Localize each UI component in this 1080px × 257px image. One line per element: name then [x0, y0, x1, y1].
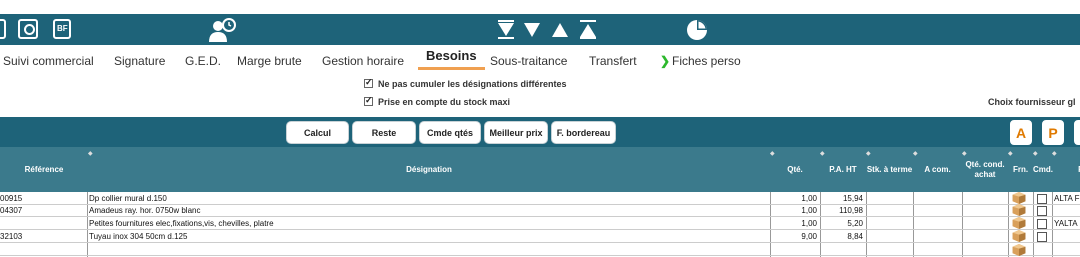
reste-button[interactable]: Reste — [352, 121, 416, 144]
cell-reference: 04307 — [0, 206, 23, 215]
no-cumul-checkbox[interactable] — [364, 77, 373, 88]
col-stk-terme[interactable]: Stk. à terme — [866, 147, 913, 192]
supplier-box-icon[interactable] — [1012, 230, 1026, 242]
col-fournisseur[interactable]: F — [1053, 147, 1080, 192]
stock-maxi-label: Prise en compte du stock maxi — [378, 97, 511, 107]
pdf-extra-icon[interactable] — [1074, 120, 1080, 145]
table-body: 00915 Dp collier mural d.150 1,00 15,94 … — [0, 192, 1080, 257]
person-clock-icon[interactable] — [206, 17, 238, 43]
cell-pa-ht[interactable]: 5,20 — [820, 218, 866, 230]
cell-qte[interactable]: 9,00 — [770, 231, 820, 243]
supplier-box-icon[interactable] — [1012, 244, 1026, 256]
cmd-checkbox[interactable] — [1037, 206, 1047, 216]
cell-reference: 32103 — [0, 232, 23, 241]
col-qte[interactable]: Qté. — [770, 147, 820, 192]
cell-fournisseur: ALTA F — [1054, 194, 1080, 203]
table-row[interactable]: 04307 Amadeus ray. hor. 0750w blanc 1,00… — [0, 204, 1080, 217]
cell-designation: Amadeus ray. hor. 0750w blanc — [89, 206, 201, 215]
cell-fournisseur — [1054, 205, 1080, 217]
sort-icons[interactable] — [496, 20, 606, 40]
chevron-right-icon: ❯ — [660, 54, 671, 68]
tab-gestion-horaire[interactable]: Gestion horaire — [322, 54, 404, 68]
supplier-box-icon[interactable] — [1012, 204, 1026, 216]
cell-designation: Dp collier mural d.150 — [89, 194, 167, 203]
cell-qte[interactable]: 1,00 — [770, 205, 820, 217]
action-button-bar: Calcul Reste Cmde qtés Meilleur prix F. … — [0, 117, 1080, 147]
table-row[interactable] — [0, 244, 1080, 256]
supplier-box-icon[interactable] — [1012, 192, 1026, 204]
pdf-p-icon[interactable]: P — [1042, 120, 1064, 145]
tab-suivi-commercial[interactable]: Suivi commercial — [3, 54, 94, 68]
f-bordereau-button[interactable]: F. bordereau — [551, 121, 616, 144]
cell-qte[interactable]: 1,00 — [770, 193, 820, 205]
col-cmd[interactable]: Cmd. — [1033, 147, 1053, 192]
table-header: ◆ ◆ ◆ ◆ ◆ ◆ ◆ ◆ ◆ Référence Désignation … — [0, 147, 1080, 192]
no-cumul-label: Ne pas cumuler les désignations différen… — [378, 79, 567, 89]
meilleur-prix-button[interactable]: Meilleur prix — [484, 121, 548, 144]
search-folder-icon[interactable] — [18, 19, 38, 39]
top-toolbar: BF — [0, 14, 1080, 45]
cell-reference: 00915 — [0, 194, 23, 203]
cmde-qtes-button[interactable]: Cmde qtés — [419, 121, 481, 144]
col-pa-ht[interactable]: P.A. HT — [820, 147, 866, 192]
table-row[interactable]: Petites fournitures elec,fixations,vis, … — [0, 217, 1080, 230]
tab-besoins[interactable]: Besoins — [426, 48, 477, 63]
col-frn[interactable]: Frn. — [1008, 147, 1033, 192]
tab-marge-brute[interactable]: Marge brute — [237, 54, 302, 68]
tab-signature[interactable]: Signature — [114, 54, 165, 68]
option-no-cumul[interactable]: Ne pas cumuler les désignations différen… — [364, 77, 567, 89]
cell-designation: Tuyau inox 304 50cm d.125 — [89, 232, 188, 241]
supplier-box-icon[interactable] — [1012, 217, 1026, 229]
col-qte-cond-achat[interactable]: Qté. cond. achat — [962, 147, 1008, 192]
option-stock-maxi[interactable]: Prise en compte du stock maxi — [364, 95, 511, 107]
col-designation[interactable]: Désignation — [88, 147, 770, 192]
cmd-checkbox[interactable] — [1037, 219, 1047, 229]
pie-chart-icon[interactable] — [685, 18, 709, 42]
cmd-checkbox[interactable] — [1037, 194, 1047, 204]
table-row[interactable]: 32103 Tuyau inox 304 50cm d.125 9,00 8,8… — [0, 230, 1080, 243]
tab-fiches-perso[interactable]: Fiches perso — [672, 54, 741, 68]
cmd-checkbox[interactable] — [1037, 232, 1047, 242]
stock-maxi-checkbox[interactable] — [364, 95, 373, 106]
cell-fournisseur: YALTA — [1054, 219, 1078, 228]
bf-document-label: BF — [57, 24, 68, 33]
tab-sous-traitance[interactable]: Sous-traitance — [490, 54, 567, 68]
table-row[interactable]: 00915 Dp collier mural d.150 1,00 15,94 … — [0, 192, 1080, 205]
tab-ged[interactable]: G.E.D. — [185, 54, 221, 68]
tab-bar: Suivi commercial Signature G.E.D. Marge … — [0, 45, 1080, 73]
col-a-com[interactable]: A com. — [913, 147, 962, 192]
cell-reference — [0, 218, 86, 230]
bf-document-icon[interactable]: BF — [53, 19, 71, 39]
tab-transfert[interactable]: Transfert — [589, 54, 637, 68]
active-tab-indicator — [418, 67, 485, 70]
cell-designation: Petites fournitures elec,fixations,vis, … — [89, 219, 274, 228]
pdf-a-icon[interactable]: A — [1010, 120, 1032, 145]
cell-qte[interactable]: 1,00 — [770, 218, 820, 230]
cell-pa-ht[interactable]: 15,94 — [820, 193, 866, 205]
calcul-button[interactable]: Calcul — [286, 121, 349, 144]
document-icon[interactable] — [0, 19, 6, 39]
cell-pa-ht[interactable]: 8,84 — [820, 231, 866, 243]
choix-fournisseur-label: Choix fournisseur gl — [988, 97, 1076, 107]
cell-pa-ht[interactable]: 110,98 — [820, 205, 866, 217]
cell-fournisseur — [1054, 231, 1080, 243]
col-reference[interactable]: Référence — [0, 147, 88, 192]
